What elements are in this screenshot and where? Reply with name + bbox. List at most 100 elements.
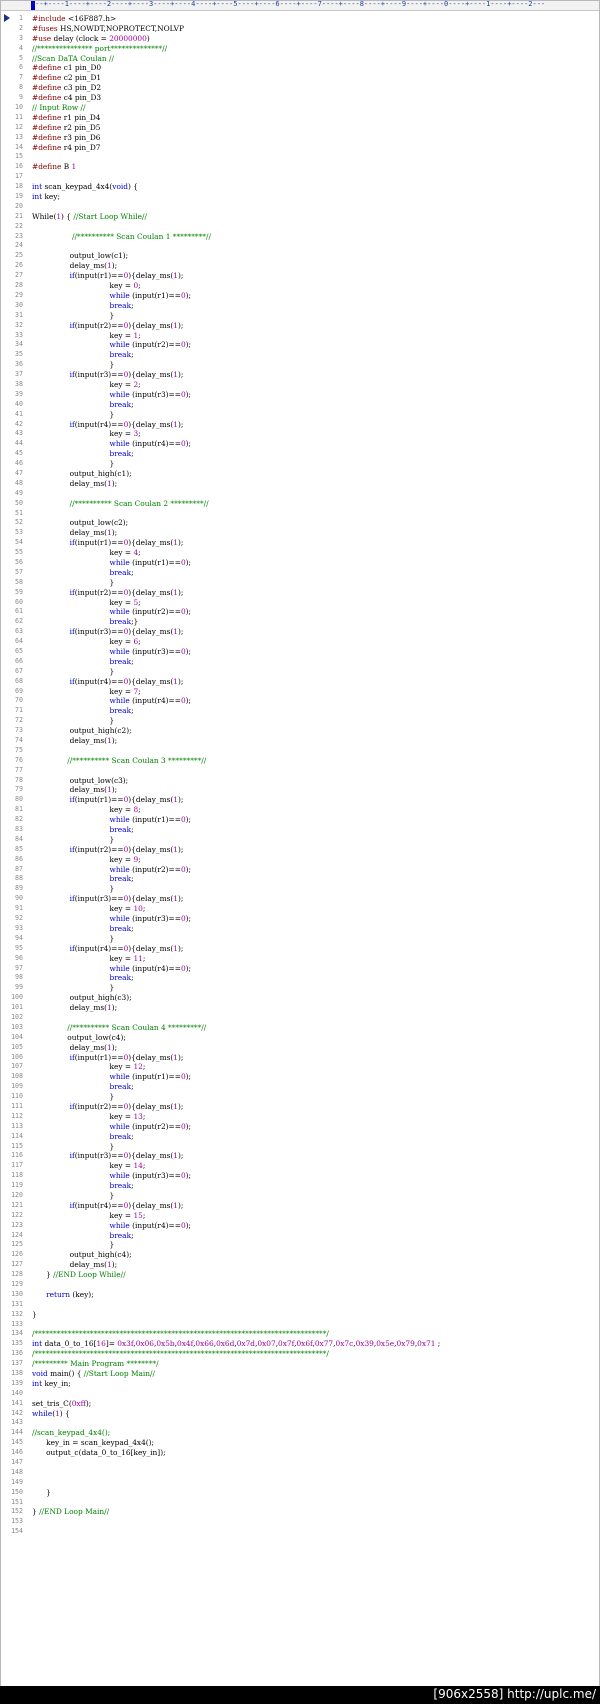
code-line[interactable]: 81 key = 8; [1,805,599,815]
code-line[interactable]: 145 key_in = scan_keypad_4x4(); [1,1438,599,1448]
code-line[interactable]: 133 [1,1320,599,1330]
code-text[interactable]: if(input(r3)==0){delay_ms(1); [32,1151,184,1161]
code-line[interactable]: 154 [1,1527,599,1537]
code-line[interactable]: 100 output_high(c3); [1,993,599,1003]
code-text[interactable]: #define r3 pin_D6 [32,133,101,143]
code-line[interactable]: 137 /********* Main Program ********/ [1,1359,599,1369]
code-text[interactable]: /***************************************… [32,1329,329,1339]
code-line[interactable]: 94 } [1,934,599,944]
code-line[interactable]: 89 } [1,884,599,894]
code-text[interactable]: // Input Row // [32,103,86,113]
code-line[interactable]: 111 if(input(r2)==0){delay_ms(1); [1,1102,599,1112]
code-text[interactable]: delay_ms(1); [32,736,118,746]
code-text[interactable]: break; [32,825,134,835]
code-line[interactable]: 77 [1,766,599,776]
code-text[interactable]: //Scan DaTA Coulan // [32,54,114,64]
code-text[interactable]: break; [32,400,134,410]
code-line[interactable]: 66 break; [1,657,599,667]
code-line[interactable]: 82 while (input(r1)==0); [1,815,599,825]
code-line[interactable]: 30 break; [1,301,599,311]
code-line[interactable]: 130 return (key); [1,1290,599,1300]
code-text[interactable]: /********* Main Program ********/ [32,1359,159,1369]
code-text[interactable]: if(input(r1)==0){delay_ms(1); [32,271,184,281]
code-line[interactable]: 83 break; [1,825,599,835]
code-line[interactable]: 153 [1,1517,599,1527]
code-text[interactable]: } [32,410,115,420]
code-text[interactable]: key = 15; [32,1211,146,1221]
code-line[interactable]: 126 output_high(c4); [1,1250,599,1260]
code-line[interactable]: 122 key = 15; [1,1211,599,1221]
code-text[interactable]: //*************** port**************// [32,44,167,54]
code-line[interactable]: 70 while (input(r4)==0); [1,696,599,706]
code-line[interactable]: 71 break; [1,706,599,716]
code-text[interactable]: if(input(r3)==0){delay_ms(1); [32,627,184,637]
code-line[interactable]: 99 } [1,983,599,993]
code-text[interactable]: key = 10; [32,904,146,914]
code-text[interactable]: key = 3; [32,429,141,439]
code-line[interactable]: 35 break; [1,350,599,360]
code-line[interactable]: 31 } [1,311,599,321]
code-text[interactable]: } [32,934,115,944]
code-text[interactable]: while (input(r2)==0); [32,340,191,350]
code-line[interactable]: 49 [1,489,599,499]
code-text[interactable]: while (input(r1)==0); [32,815,191,825]
code-line[interactable]: 152} //END Loop Main// [1,1507,599,1517]
code-line[interactable]: 57 break; [1,568,599,578]
code-text[interactable]: #include <16F887.h> [32,14,116,24]
code-line[interactable]: 123 while (input(r4)==0); [1,1221,599,1231]
code-text[interactable]: delay_ms(1); [32,528,118,538]
code-text[interactable]: } [32,1092,115,1102]
code-text[interactable]: key = 8; [32,805,141,815]
code-line[interactable]: 45 break; [1,449,599,459]
code-line[interactable]: 132} [1,1310,599,1320]
code-line[interactable]: 128 } //END Loop While// [1,1270,599,1280]
code-line[interactable]: 67 } [1,667,599,677]
code-line[interactable]: 63 if(input(r3)==0){delay_ms(1); [1,627,599,637]
code-line[interactable]: 95 if(input(r4)==0){delay_ms(1); [1,944,599,954]
code-line[interactable]: 127 delay_ms(1); [1,1260,599,1270]
code-text[interactable]: set_tris_C(0xff); [32,1399,91,1409]
code-line[interactable]: 116 if(input(r3)==0){delay_ms(1); [1,1151,599,1161]
code-line[interactable]: 88 break; [1,874,599,884]
code-line[interactable]: 87 while (input(r2)==0); [1,865,599,875]
code-text[interactable]: break; [32,1231,134,1241]
code-line[interactable]: 72 } [1,716,599,726]
code-line[interactable]: 125 } [1,1240,599,1250]
code-text[interactable]: } [32,578,115,588]
code-line[interactable]: 92 while (input(r3)==0); [1,914,599,924]
code-text[interactable]: break; [32,1181,134,1191]
code-text[interactable]: delay_ms(1); [32,785,118,795]
code-line[interactable]: 136 /************************************… [1,1349,599,1359]
code-text[interactable]: #fuses HS,NOWDT,NOPROTECT,NOLVP [32,24,184,34]
code-text[interactable]: output_low(c4); [32,1033,126,1043]
code-line[interactable]: 97 while (input(r4)==0); [1,964,599,974]
code-text[interactable]: int data_0_to_16[16]= 0x3f,0x06,0x5b,0x4… [32,1339,440,1349]
code-line[interactable]: 68 if(input(r4)==0){delay_ms(1); [1,677,599,687]
code-text[interactable]: key = 13; [32,1112,146,1122]
code-text[interactable]: key = 1; [32,331,141,341]
code-text[interactable]: break; [32,924,134,934]
code-line[interactable]: 84 } [1,835,599,845]
code-text[interactable]: delay_ms(1); [32,1260,118,1270]
code-text[interactable]: if(input(r4)==0){delay_ms(1); [32,944,184,954]
code-text[interactable]: } [32,1488,51,1498]
code-text[interactable]: #define c4 pin_D3 [32,93,101,103]
code-line[interactable]: 5 //Scan DaTA Coulan // [1,54,599,64]
code-text[interactable]: break; [32,973,134,983]
code-text[interactable]: if(input(r2)==0){delay_ms(1); [32,321,184,331]
code-line[interactable]: 69 key = 7; [1,687,599,697]
code-text[interactable]: //********** Scan Coulan 3 *********// [32,756,206,766]
code-text[interactable]: output_low(c2); [32,518,129,528]
code-line[interactable]: 7 #define c2 pin_D1 [1,73,599,83]
code-line[interactable]: 9 #define c4 pin_D3 [1,93,599,103]
code-line[interactable]: 22 [1,222,599,232]
code-text[interactable]: } [32,1240,115,1250]
code-text[interactable]: if(input(r3)==0){delay_ms(1); [32,894,184,904]
code-line[interactable]: 149 [1,1478,599,1488]
code-line[interactable]: 47 output_high(c1); [1,469,599,479]
code-text[interactable]: if(input(r4)==0){delay_ms(1); [32,1201,184,1211]
code-line[interactable]: 48 delay_ms(1); [1,479,599,489]
code-text[interactable]: key_in = scan_keypad_4x4(); [32,1438,154,1448]
code-text[interactable]: #define r4 pin_D7 [32,143,101,153]
code-text[interactable]: if(input(r4)==0){delay_ms(1); [32,677,184,687]
